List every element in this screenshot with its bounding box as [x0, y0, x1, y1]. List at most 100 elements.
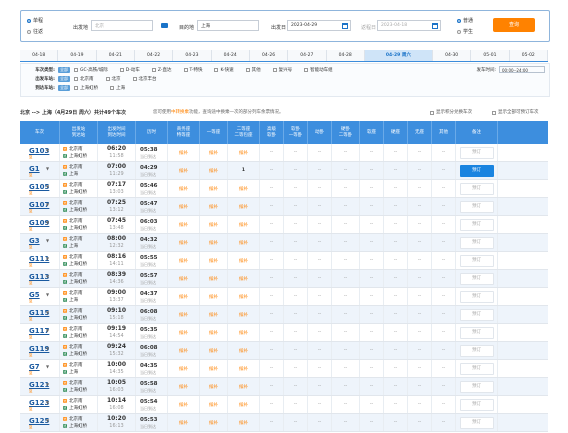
book-button[interactable]: 预订 [459, 398, 494, 411]
date-tab[interactable]: 05-01 [471, 50, 510, 61]
seat-availability[interactable]: 候补 [179, 402, 188, 408]
all-button[interactable]: 全部 [58, 67, 70, 73]
seat-availability[interactable]: 候补 [239, 420, 248, 426]
filter-checkbox[interactable]: 智能动车组 [304, 67, 333, 73]
seat-availability[interactable]: 候补 [179, 150, 188, 156]
filter-checkbox[interactable]: 北京丰台 [132, 76, 157, 82]
seat-availability[interactable]: 候补 [209, 240, 218, 246]
book-button[interactable]: 预订 [459, 380, 494, 393]
seat-availability[interactable]: 候补 [209, 150, 218, 156]
seat-availability[interactable]: 候补 [209, 222, 218, 228]
book-button[interactable]: 预订 [459, 146, 494, 159]
query-button[interactable]: 查询 [493, 18, 535, 32]
seat-availability[interactable]: 候补 [179, 294, 188, 300]
seat-availability[interactable]: 候补 [209, 186, 218, 192]
chevron-down-icon[interactable]: ▼ [46, 292, 49, 297]
chevron-down-icon[interactable]: ▼ [46, 148, 49, 153]
filter-checkbox[interactable]: K-快速 [214, 67, 234, 73]
seat-availability[interactable]: 候补 [239, 258, 248, 264]
one-way-radio[interactable]: 单程 [27, 17, 43, 24]
book-button[interactable]: 预订 [459, 218, 494, 231]
seat-availability[interactable]: 候补 [239, 330, 248, 336]
seat-availability[interactable]: 候补 [209, 330, 218, 336]
calendar-icon[interactable] [432, 23, 438, 29]
filter-checkbox[interactable]: D-动车 [119, 67, 140, 73]
chevron-down-icon[interactable]: ▼ [46, 310, 49, 315]
book-button[interactable]: 预订 [459, 182, 494, 195]
date-tab[interactable]: 04-18 [20, 50, 59, 61]
book-button[interactable]: 预订 [459, 236, 494, 249]
points-train-option[interactable]: 显示积分兑换车次 [430, 108, 472, 118]
seat-availability[interactable]: 候补 [239, 294, 248, 300]
transfer-link[interactable]: 中转换乘 [171, 110, 189, 115]
filter-checkbox[interactable]: T-特快 [183, 67, 202, 73]
book-button[interactable]: 预订 [459, 200, 494, 213]
seat-availability[interactable]: 候补 [209, 384, 218, 390]
seat-availability[interactable]: 候补 [239, 276, 248, 282]
seat-availability[interactable]: 候补 [209, 294, 218, 300]
seat-availability[interactable]: 候补 [179, 348, 188, 354]
seat-availability[interactable]: 候补 [179, 168, 188, 174]
date-tab[interactable]: 04-28 [326, 50, 365, 61]
chevron-down-icon[interactable]: ▼ [46, 382, 49, 387]
chevron-down-icon[interactable]: ▼ [46, 418, 49, 423]
to-input[interactable]: 上海 [197, 20, 259, 31]
all-button[interactable]: 全部 [58, 76, 70, 82]
seat-availability[interactable]: 候补 [179, 420, 188, 426]
chevron-down-icon[interactable]: ▼ [46, 256, 49, 261]
book-button[interactable]: 预订 [459, 416, 494, 429]
seat-availability[interactable]: 候补 [209, 366, 218, 372]
date-tab[interactable]: 04-23 [173, 50, 212, 61]
date-tab[interactable]: 04-19 [58, 50, 97, 61]
seat-availability[interactable]: 候补 [239, 204, 248, 210]
column-header[interactable]: 出发站 到达站 [60, 121, 98, 144]
seat-availability[interactable]: 候补 [179, 312, 188, 318]
chevron-down-icon[interactable]: ▼ [46, 184, 49, 189]
round-trip-radio[interactable]: 往返 [27, 28, 43, 35]
seat-availability[interactable]: 候补 [179, 276, 188, 282]
chevron-down-icon[interactable]: ▼ [46, 202, 49, 207]
seat-availability[interactable]: 候补 [179, 240, 188, 246]
from-input[interactable]: 北京 [91, 20, 153, 31]
filter-checkbox[interactable]: 上海 [110, 85, 125, 91]
bookable-train-option[interactable]: 显示全部可预订车次 [492, 108, 539, 118]
filter-checkbox[interactable]: 复兴号 [272, 67, 292, 73]
seat-availability[interactable]: 候补 [239, 186, 248, 192]
chevron-down-icon[interactable]: ▼ [46, 166, 49, 171]
chevron-down-icon[interactable]: ▼ [46, 220, 49, 225]
book-button[interactable]: 预订 [459, 254, 494, 267]
swap-icon[interactable] [161, 23, 168, 28]
filter-checkbox[interactable]: Z-直达 [151, 67, 172, 73]
seat-availability[interactable]: 候补 [179, 258, 188, 264]
train-number[interactable]: G5 [29, 291, 40, 299]
filter-checkbox[interactable]: 北京南 [74, 76, 94, 82]
book-button[interactable]: 预订 [459, 326, 494, 339]
book-button[interactable]: 预订 [459, 362, 494, 375]
seat-availability[interactable]: 候补 [179, 222, 188, 228]
depart-time-select[interactable]: 00:00--24:00 [499, 66, 545, 73]
seat-availability[interactable]: 候补 [239, 312, 248, 318]
seat-availability[interactable]: 候补 [179, 384, 188, 390]
chevron-down-icon[interactable]: ▼ [46, 238, 49, 243]
filter-checkbox[interactable]: GC-高铁/城际 [74, 67, 108, 73]
chevron-down-icon[interactable]: ▼ [46, 274, 49, 279]
seat-availability[interactable]: 候补 [239, 150, 248, 156]
seat-availability[interactable]: 候补 [239, 384, 248, 390]
date-tab[interactable]: 04-26 [249, 50, 289, 61]
seat-availability[interactable]: 候补 [209, 204, 218, 210]
seat-availability[interactable]: 候补 [239, 348, 248, 354]
date-tab[interactable]: 04-24 [211, 50, 250, 61]
filter-checkbox[interactable]: 其他 [245, 67, 261, 73]
book-button[interactable]: 预订 [459, 308, 494, 321]
seat-availability[interactable]: 候补 [209, 348, 218, 354]
chevron-down-icon[interactable]: ▼ [46, 346, 49, 351]
seat-availability[interactable]: 候补 [179, 330, 188, 336]
student-ticket-radio[interactable]: 学生 [457, 28, 473, 35]
seat-availability[interactable]: 候补 [209, 312, 218, 318]
seat-availability[interactable]: 候补 [239, 240, 248, 246]
seat-availability[interactable]: 候补 [209, 168, 218, 174]
normal-ticket-radio[interactable]: 普通 [457, 17, 473, 24]
filter-checkbox[interactable]: 北京 [105, 76, 121, 82]
date-tab[interactable]: 05-02 [509, 50, 548, 61]
date-tab[interactable]: 04-21 [96, 50, 135, 61]
